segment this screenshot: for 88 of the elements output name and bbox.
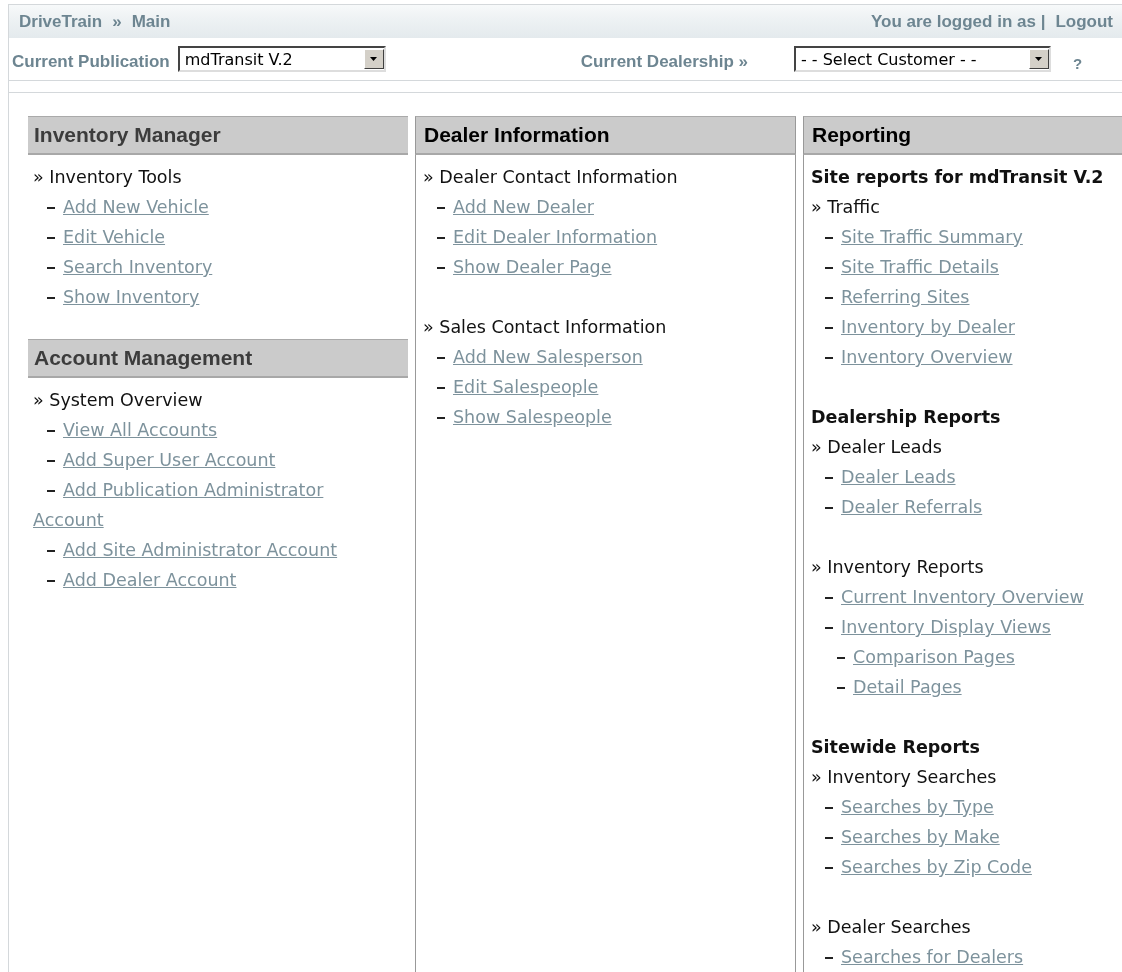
dash-icon: [437, 237, 445, 239]
dash-icon: [437, 207, 445, 209]
dash-icon: [825, 477, 833, 479]
section-heading: Dealership Reports: [811, 407, 1001, 427]
breadcrumb-separator: »: [112, 11, 122, 32]
login-status: You are logged in as |: [870, 11, 1046, 32]
dash-icon: [47, 550, 55, 552]
menu-link[interactable]: Edit Salespeople: [423, 372, 785, 402]
menu-link[interactable]: Searches for Dealers: [811, 942, 1112, 972]
logout-link[interactable]: Logout: [1055, 11, 1113, 32]
panel-header: Inventory Manager: [28, 116, 408, 155]
dash-icon: [47, 490, 55, 492]
section-heading: Site reports for mdTransit V.2: [811, 167, 1104, 187]
dash-icon: [47, 580, 55, 582]
caret-icon: [370, 57, 378, 61]
menu-link[interactable]: Edit Dealer Information: [423, 222, 785, 252]
category-label: » Dealer Contact Information: [423, 167, 678, 187]
menu-link[interactable]: Add Super User Account: [33, 445, 363, 475]
dash-icon: [437, 267, 445, 269]
dash-icon: [47, 430, 55, 432]
menu-link[interactable]: Searches by Zip Code: [811, 852, 1112, 882]
menu-link[interactable]: Add Site Administrator Account: [33, 535, 363, 565]
category-label: » Dealer Leads: [811, 437, 942, 457]
dash-icon: [47, 297, 55, 299]
dash-icon: [825, 327, 833, 329]
section-heading: Sitewide Reports: [811, 737, 980, 757]
menu-link[interactable]: Detail Pages: [811, 672, 1112, 702]
publication-label: Current Publication: [12, 52, 170, 72]
dash-icon: [837, 657, 845, 659]
dash-icon: [825, 237, 833, 239]
dash-icon: [47, 207, 55, 209]
menu-link[interactable]: Comparison Pages: [811, 642, 1112, 672]
dash-icon: [825, 507, 833, 509]
caret-icon: [1035, 57, 1043, 61]
menu-link[interactable]: Referring Sites: [811, 282, 1112, 312]
dealership-label: Current Dealership »: [580, 52, 748, 72]
menu-link[interactable]: Edit Vehicle: [33, 222, 363, 252]
menu-link[interactable]: Inventory Overview: [811, 342, 1112, 372]
menu-link[interactable]: Show Inventory: [33, 282, 363, 312]
menu-link[interactable]: Inventory by Dealer: [811, 312, 1112, 342]
menu-link[interactable]: Site Traffic Details: [811, 252, 1112, 282]
category-label: » Inventory Reports: [811, 557, 984, 577]
dash-icon: [825, 837, 833, 839]
panel-header: Reporting: [803, 116, 1122, 155]
dash-icon: [825, 267, 833, 269]
dash-icon: [837, 687, 845, 689]
category-label: » Inventory Tools: [33, 167, 182, 187]
menu-link[interactable]: Searches by Type: [811, 792, 1112, 822]
menu-link[interactable]: Current Inventory Overview: [811, 582, 1112, 612]
menu-link[interactable]: Add New Dealer: [423, 192, 785, 222]
customer-select[interactable]: - - Select Customer - -: [793, 46, 1051, 72]
menu-link[interactable]: Show Salespeople: [423, 402, 785, 432]
category-label: » System Overview: [33, 390, 203, 410]
category-label: » Dealer Searches: [811, 917, 971, 937]
category-label: » Sales Contact Information: [423, 317, 667, 337]
menu-link[interactable]: Inventory Display Views: [811, 612, 1112, 642]
help-link[interactable]: ?: [1072, 54, 1083, 72]
dash-icon: [825, 627, 833, 629]
menu-link[interactable]: Add New Salesperson: [423, 342, 785, 372]
dash-icon: [47, 460, 55, 462]
dash-icon: [437, 417, 445, 419]
dash-icon: [825, 807, 833, 809]
dash-icon: [825, 357, 833, 359]
category-label: » Traffic: [811, 197, 880, 217]
menu-link[interactable]: Show Dealer Page: [423, 252, 785, 282]
menu-link[interactable]: Add Dealer Account: [33, 565, 363, 595]
dash-icon: [437, 387, 445, 389]
menu-link[interactable]: Add New Vehicle: [33, 192, 363, 222]
dash-icon: [437, 357, 445, 359]
dash-icon: [47, 237, 55, 239]
publication-select[interactable]: mdTransit V.2: [177, 46, 386, 72]
menu-link[interactable]: Site Traffic Summary: [811, 222, 1112, 252]
dash-icon: [825, 867, 833, 869]
menu-link[interactable]: Dealer Referrals: [811, 492, 1112, 522]
menu-link[interactable]: Searches by Make: [811, 822, 1112, 852]
breadcrumb-link[interactable]: DriveTrain: [19, 11, 103, 32]
panel-header: Dealer Information: [415, 116, 796, 155]
menu-link[interactable]: View All Accounts: [33, 415, 363, 445]
menu-link[interactable]: Dealer Leads: [811, 462, 1112, 492]
panel-header: Account Management: [28, 339, 408, 378]
dash-icon: [47, 267, 55, 269]
dash-icon: [825, 957, 833, 959]
menu-link[interactable]: Search Inventory: [33, 252, 363, 282]
dash-icon: [825, 597, 833, 599]
menu-link[interactable]: Add Publication Administrator Account: [33, 475, 363, 535]
breadcrumb-link[interactable]: Main: [131, 11, 171, 32]
category-label: » Inventory Searches: [811, 767, 997, 787]
dash-icon: [825, 297, 833, 299]
